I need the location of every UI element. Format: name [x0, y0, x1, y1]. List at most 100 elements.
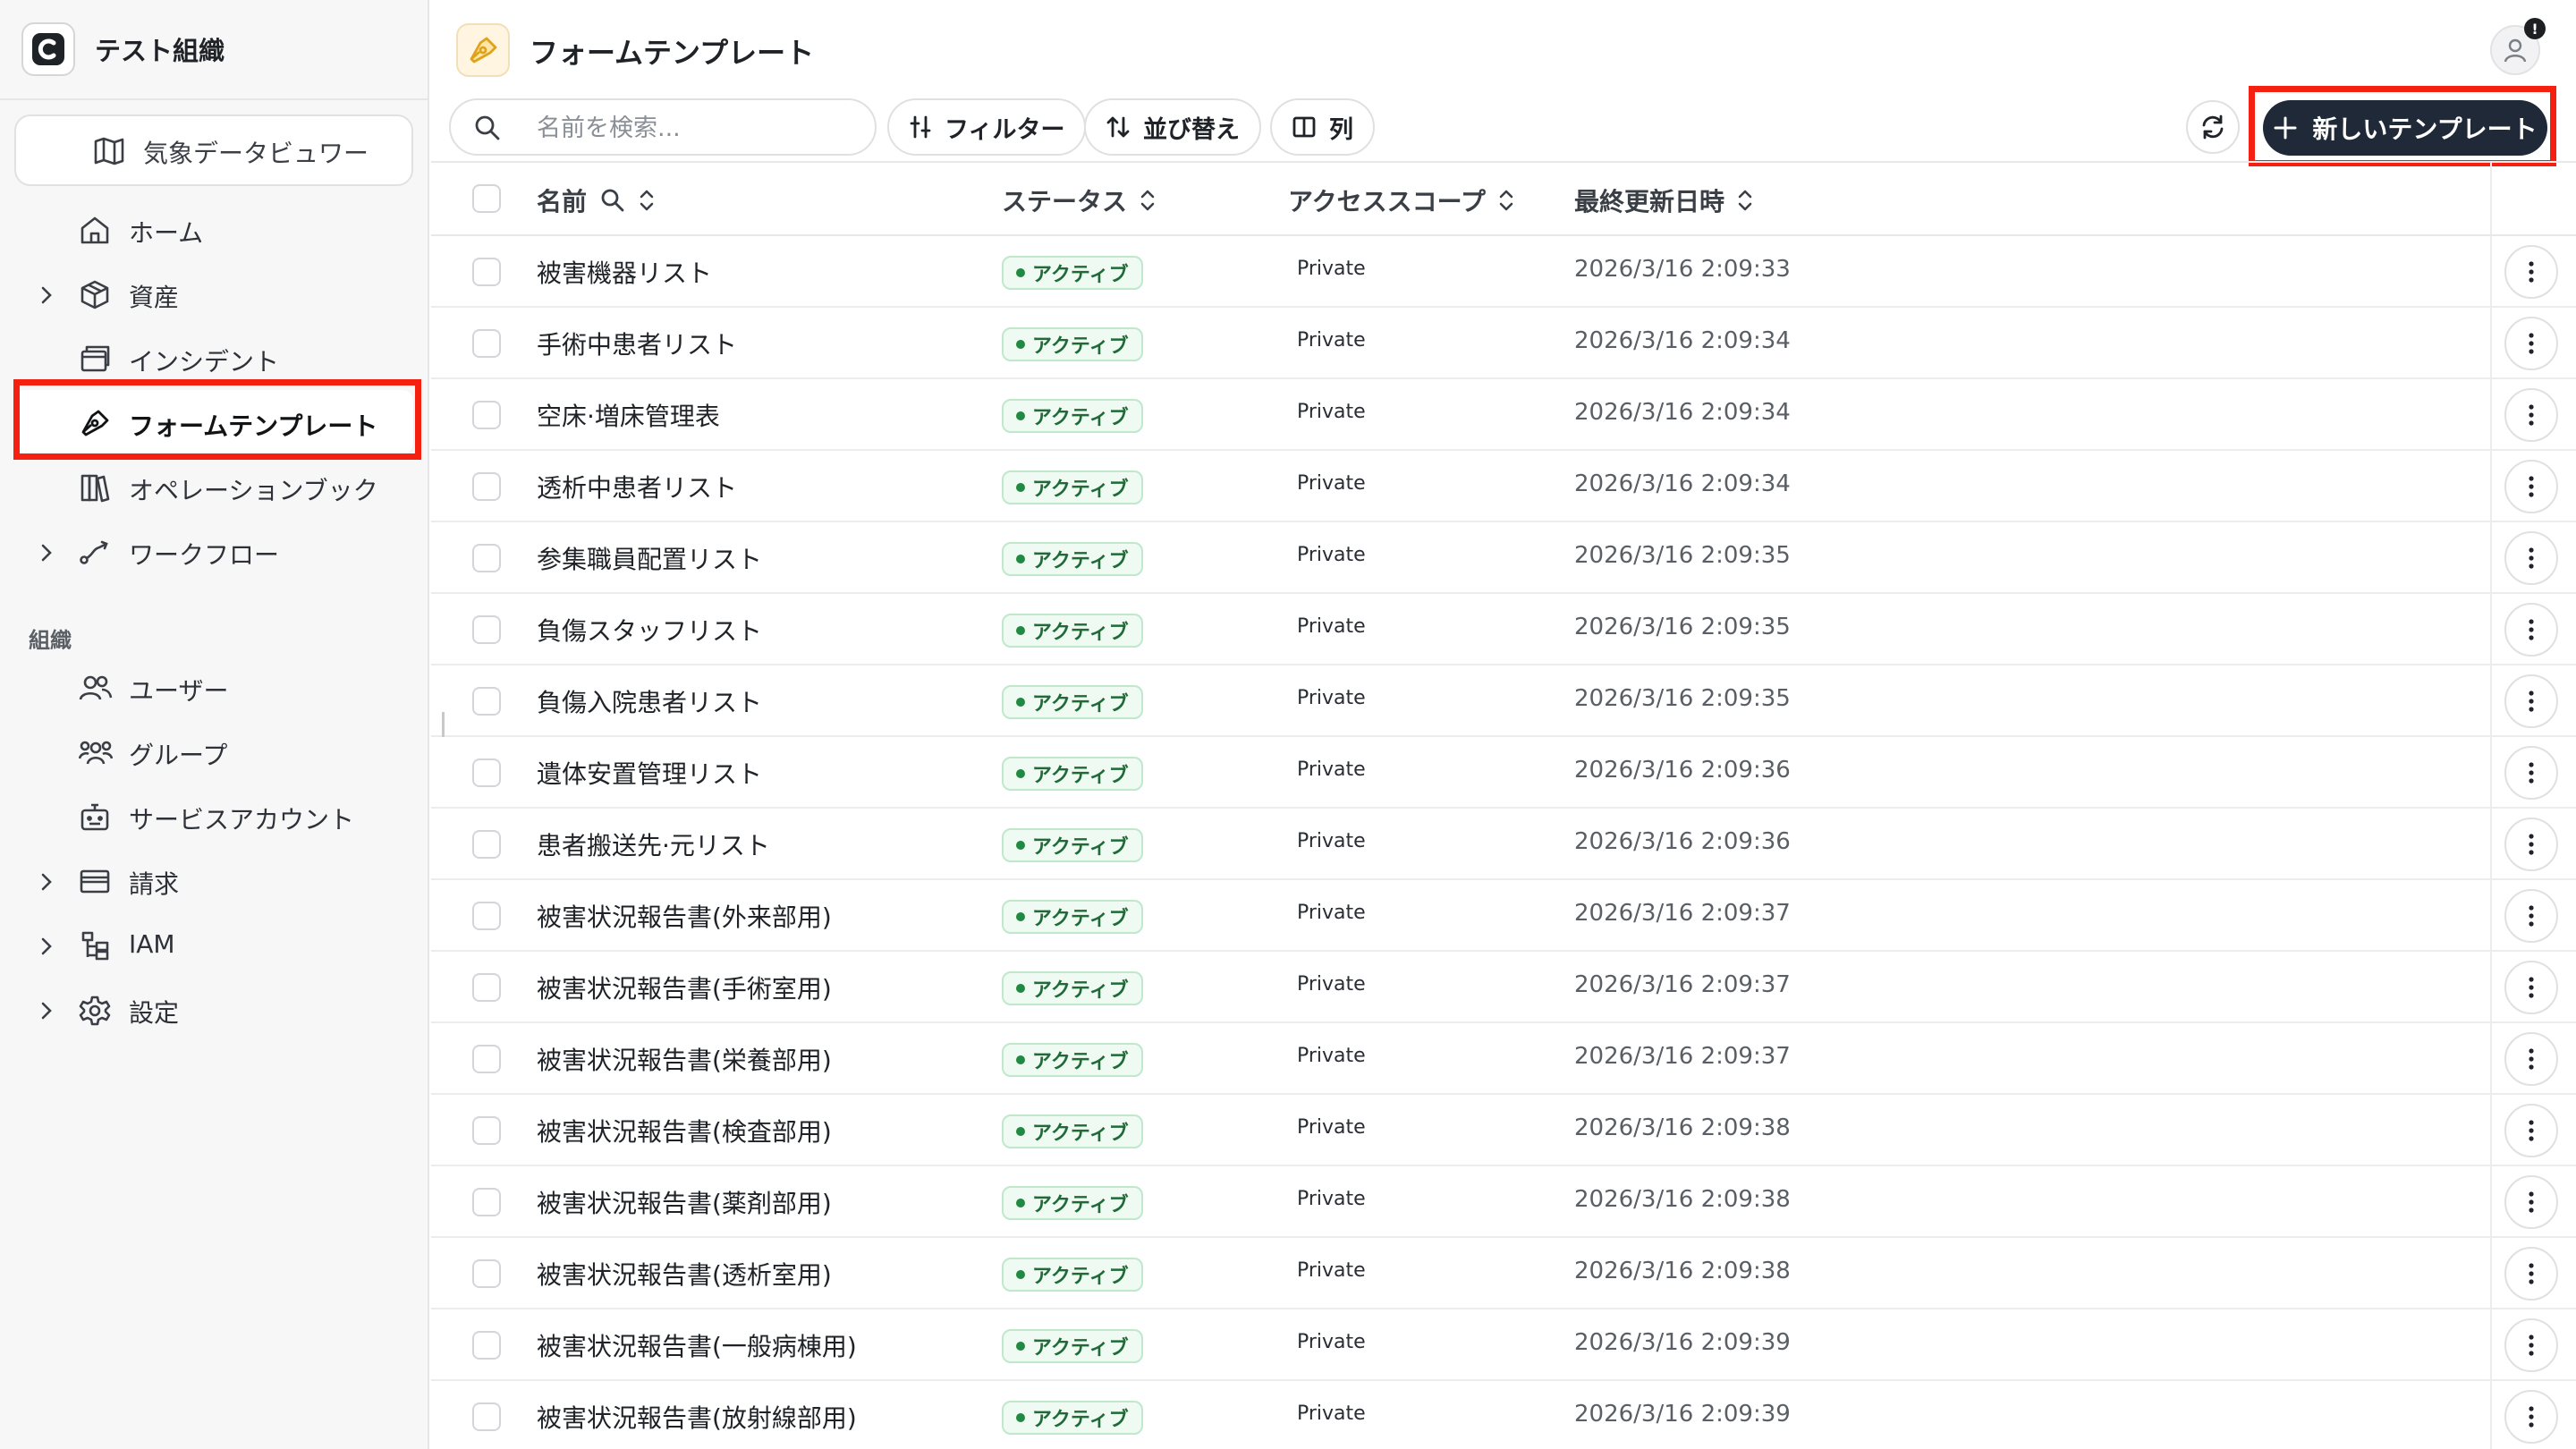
table-row[interactable]: 被害機器リスト アクティブ Private 2026/3/16 2:09:33 — [431, 236, 2576, 308]
sidebar-item-service-accounts[interactable]: サービスアカウント — [14, 784, 413, 848]
template-name[interactable]: 遺体安置管理リスト — [537, 755, 762, 791]
row-actions-button[interactable] — [2504, 746, 2558, 800]
row-checkbox[interactable] — [472, 687, 501, 716]
table-row[interactable]: 被害状況報告書(手術室用) アクティブ Private 2026/3/16 2:09:… — [431, 952, 2576, 1023]
table-row[interactable]: 被害状況報告書(薬剤部用) アクティブ Private 2026/3/16 2:09:… — [431, 1166, 2576, 1238]
sidebar-item-users[interactable]: ユーザー — [14, 655, 413, 719]
column-header-scope[interactable]: アクセススコープ — [1288, 182, 1514, 218]
table-row[interactable]: 被害状況報告書(外来部用) アクティブ Private 2026/3/16 2:09:… — [431, 880, 2576, 952]
sidebar-item-home[interactable]: ホーム — [14, 197, 413, 261]
row-checkbox[interactable] — [472, 973, 501, 1002]
table-row[interactable]: 参集職員配置リスト アクティブ Private 2026/3/16 2:09:35 — [431, 522, 2576, 594]
sidebar-resize-handle[interactable] — [442, 712, 445, 737]
sidebar-item-form-templates[interactable]: フォームテンプレート — [14, 390, 413, 454]
sidebar-item-billing[interactable]: 請求 — [14, 848, 413, 912]
template-name[interactable]: 被害状況報告書(一般病棟用) — [537, 1327, 857, 1363]
row-actions-button[interactable] — [2504, 1032, 2558, 1086]
sort-button[interactable]: 並び替え — [1084, 98, 1261, 156]
row-actions-button[interactable] — [2504, 889, 2558, 943]
row-actions-button[interactable] — [2504, 1247, 2558, 1301]
sidebar-item-operation-books[interactable]: オペレーションブック — [14, 454, 413, 519]
table-row[interactable]: 被害状況報告書(検査部用) アクティブ Private 2026/3/16 2:09:… — [431, 1095, 2576, 1166]
row-checkbox[interactable] — [472, 1116, 501, 1145]
template-name[interactable]: 被害状況報告書(透析室用) — [537, 1256, 832, 1292]
row-checkbox[interactable] — [472, 329, 501, 358]
filter-button[interactable]: フィルター — [887, 98, 1087, 156]
row-actions-button[interactable] — [2504, 245, 2558, 299]
row-checkbox[interactable] — [472, 1259, 501, 1288]
table-row[interactable]: 負傷スタッフリスト アクティブ Private 2026/3/16 2:09:35 — [431, 594, 2576, 665]
org-header[interactable]: テスト組織 — [0, 0, 428, 100]
row-actions-button[interactable] — [2504, 1104, 2558, 1157]
row-checkbox[interactable] — [472, 544, 501, 572]
sidebar-item-incidents[interactable]: インシデント — [14, 326, 413, 390]
table-row[interactable]: 透析中患者リスト アクティブ Private 2026/3/16 2:09:34 — [431, 451, 2576, 522]
row-actions-button[interactable] — [2504, 818, 2558, 871]
template-name[interactable]: 参集職員配置リスト — [537, 540, 762, 576]
template-name[interactable]: 被害状況報告書(栄養部用) — [537, 1041, 832, 1077]
sidebar-item-workflows[interactable]: ワークフロー — [14, 519, 413, 583]
sidebar-item-settings[interactable]: 設定 — [14, 977, 413, 1041]
template-name[interactable]: 負傷入院患者リスト — [537, 683, 762, 719]
template-name[interactable]: 負傷スタッフリスト — [537, 612, 762, 648]
table-row[interactable]: 空床·増床管理表 アクティブ Private 2026/3/16 2:09:34 — [431, 379, 2576, 451]
row-actions-button[interactable] — [2504, 674, 2558, 728]
row-actions-button[interactable] — [2504, 460, 2558, 513]
template-name[interactable]: 被害状況報告書(放射線部用) — [537, 1399, 857, 1435]
template-name[interactable]: 被害状況報告書(手術室用) — [537, 970, 832, 1005]
row-checkbox[interactable] — [472, 1331, 501, 1360]
search-input[interactable] — [537, 111, 859, 145]
template-name[interactable]: 被害機器リスト — [537, 254, 712, 290]
app-switcher-button[interactable]: 気象データビュワー — [14, 114, 413, 186]
chevron-right-icon[interactable] — [38, 283, 55, 312]
columns-button[interactable]: 列 — [1270, 98, 1375, 156]
sidebar-item-iam[interactable]: IAM — [14, 912, 413, 977]
row-actions-button[interactable] — [2504, 317, 2558, 370]
row-actions-button[interactable] — [2504, 1390, 2558, 1444]
row-actions-button[interactable] — [2504, 531, 2558, 585]
table-row[interactable]: 患者搬送先·元リスト アクティブ Private 2026/3/16 2:09:36 — [431, 809, 2576, 880]
template-name[interactable]: 被害状況報告書(外来部用) — [537, 898, 832, 934]
table-row[interactable]: 遺体安置管理リスト アクティブ Private 2026/3/16 2:09:36 — [431, 737, 2576, 809]
new-template-button[interactable]: 新しいテンプレート — [2263, 100, 2547, 156]
row-actions-button[interactable] — [2504, 603, 2558, 657]
row-checkbox[interactable] — [472, 902, 501, 930]
row-checkbox[interactable] — [472, 472, 501, 501]
notification-badge[interactable]: ! — [2524, 18, 2546, 39]
search-box[interactable] — [449, 98, 877, 156]
chevron-right-icon[interactable] — [38, 998, 55, 1028]
sidebar-item-assets[interactable]: 資産 — [14, 261, 413, 326]
row-checkbox[interactable] — [472, 758, 501, 787]
select-all-checkbox[interactable] — [472, 184, 501, 213]
row-checkbox[interactable] — [472, 830, 501, 859]
table-row[interactable]: 被害状況報告書(放射線部用) アクティブ Private 2026/3/16 2:09… — [431, 1381, 2576, 1449]
row-checkbox[interactable] — [472, 1045, 501, 1073]
row-actions-button[interactable] — [2504, 961, 2558, 1014]
table-row[interactable]: 被害状況報告書(透析室用) アクティブ Private 2026/3/16 2:09:… — [431, 1238, 2576, 1309]
table-row[interactable]: 被害状況報告書(栄養部用) アクティブ Private 2026/3/16 2:09:… — [431, 1023, 2576, 1095]
row-checkbox[interactable] — [472, 615, 501, 644]
chevron-right-icon[interactable] — [38, 540, 55, 570]
sidebar-item-groups[interactable]: グループ — [14, 719, 413, 784]
row-actions-button[interactable] — [2504, 388, 2558, 442]
column-header-status[interactable]: ステータス — [1002, 182, 1156, 218]
row-checkbox[interactable] — [472, 1188, 501, 1216]
row-actions-button[interactable] — [2504, 1318, 2558, 1372]
column-header-name[interactable]: 名前 — [537, 182, 655, 218]
row-checkbox[interactable] — [472, 1402, 501, 1431]
table-row[interactable]: 被害状況報告書(一般病棟用) アクティブ Private 2026/3/16 2:09… — [431, 1309, 2576, 1381]
chevron-right-icon[interactable] — [38, 869, 55, 899]
table-row[interactable]: 負傷入院患者リスト アクティブ Private 2026/3/16 2:09:35 — [431, 665, 2576, 737]
row-actions-button[interactable] — [2504, 1175, 2558, 1229]
template-name[interactable]: 手術中患者リスト — [537, 326, 737, 361]
template-name[interactable]: 空床·増床管理表 — [537, 397, 720, 433]
template-name[interactable]: 透析中患者リスト — [537, 469, 737, 504]
template-name[interactable]: 患者搬送先·元リスト — [537, 826, 770, 862]
refresh-button[interactable] — [2186, 100, 2240, 154]
chevron-right-icon[interactable] — [38, 934, 55, 963]
column-header-updated[interactable]: 最終更新日時 — [1574, 182, 1753, 218]
row-checkbox[interactable] — [472, 401, 501, 429]
template-name[interactable]: 被害状況報告書(検査部用) — [537, 1113, 832, 1148]
row-checkbox[interactable] — [472, 258, 501, 286]
table-row[interactable]: 手術中患者リスト アクティブ Private 2026/3/16 2:09:34 — [431, 308, 2576, 379]
